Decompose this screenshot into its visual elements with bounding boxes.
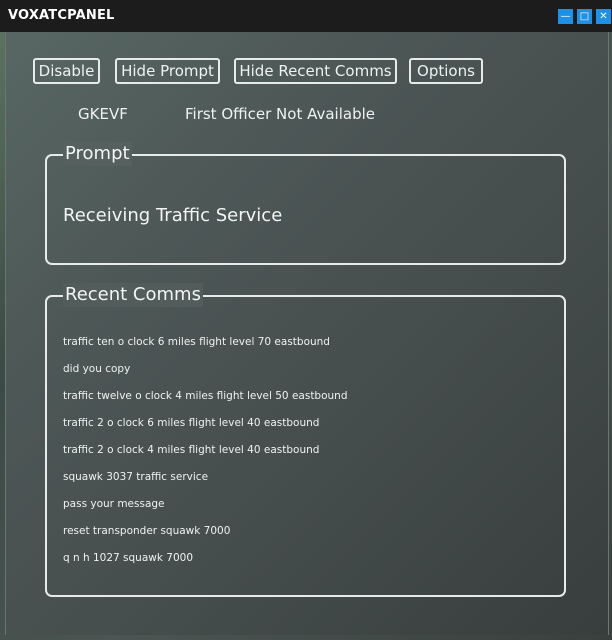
recent-comms-list: traffic ten o clock 6 miles flight level… [63,335,348,578]
comms-item: squawk 3037 traffic service [63,471,209,483]
window-title: VOXATCPANEL [8,8,115,23]
comms-item: traffic twelve o clock 4 miles flight le… [63,390,348,402]
hide-recent-comms-button[interactable]: Hide Recent Comms [234,58,397,84]
disable-button[interactable]: Disable [33,58,100,84]
hide-prompt-button[interactable]: Hide Prompt [115,58,220,84]
first-officer-status: First Officer Not Available [185,105,375,123]
window-titlebar[interactable]: VOXATCPANEL — □ ✕ [0,0,612,32]
comms-item: traffic 2 o clock 6 miles flight level 4… [63,417,320,429]
popout-icon[interactable]: □ [577,9,592,24]
recent-comms-legend: Recent Comms [63,283,203,307]
prompt-legend: Prompt [63,142,132,166]
comms-item: reset transponder squawk 7000 [63,525,231,537]
minimize-icon[interactable]: — [558,9,573,24]
comms-item: pass your message [63,498,165,510]
options-button[interactable]: Options [409,58,483,84]
close-icon[interactable]: ✕ [596,9,611,24]
prompt-group: Prompt Receiving Traffic Service [45,142,566,265]
comms-item: traffic 2 o clock 4 miles flight level 4… [63,444,320,456]
voxatc-panel: Disable Hide Prompt Hide Recent Comms Op… [5,32,609,635]
comms-item: q n h 1027 squawk 7000 [63,552,193,564]
comms-item: did you copy [63,363,131,375]
callsign-label: GKEVF [78,105,128,123]
recent-comms-group: Recent Comms traffic ten o clock 6 miles… [45,283,566,597]
comms-item: traffic ten o clock 6 miles flight level… [63,336,330,348]
prompt-text: Receiving Traffic Service [63,205,283,226]
